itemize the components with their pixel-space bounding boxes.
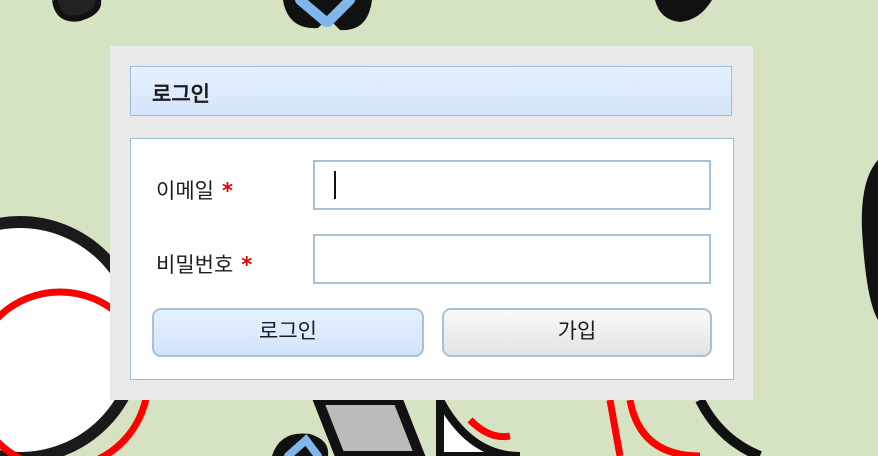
text-cursor [334,171,336,199]
email-label: 이메일 * [156,175,233,205]
login-button[interactable]: 로그인 [152,308,424,357]
password-input[interactable] [313,234,711,284]
login-form: 이메일 * 비밀번호 * 로그인 가입 [130,138,734,380]
signup-button[interactable]: 가입 [442,308,712,357]
dialog-title-bar: 로그인 [130,66,732,116]
email-input[interactable] [313,160,711,210]
password-required-marker: * [241,253,253,277]
dialog-title: 로그인 [152,82,210,106]
login-dialog: 로그인 이메일 * 비밀번호 * 로그인 가입 [110,46,753,400]
email-label-text: 이메일 [156,179,214,203]
password-label: 비밀번호 * [156,249,252,279]
password-label-text: 비밀번호 [156,253,234,277]
email-required-marker: * [221,179,233,203]
